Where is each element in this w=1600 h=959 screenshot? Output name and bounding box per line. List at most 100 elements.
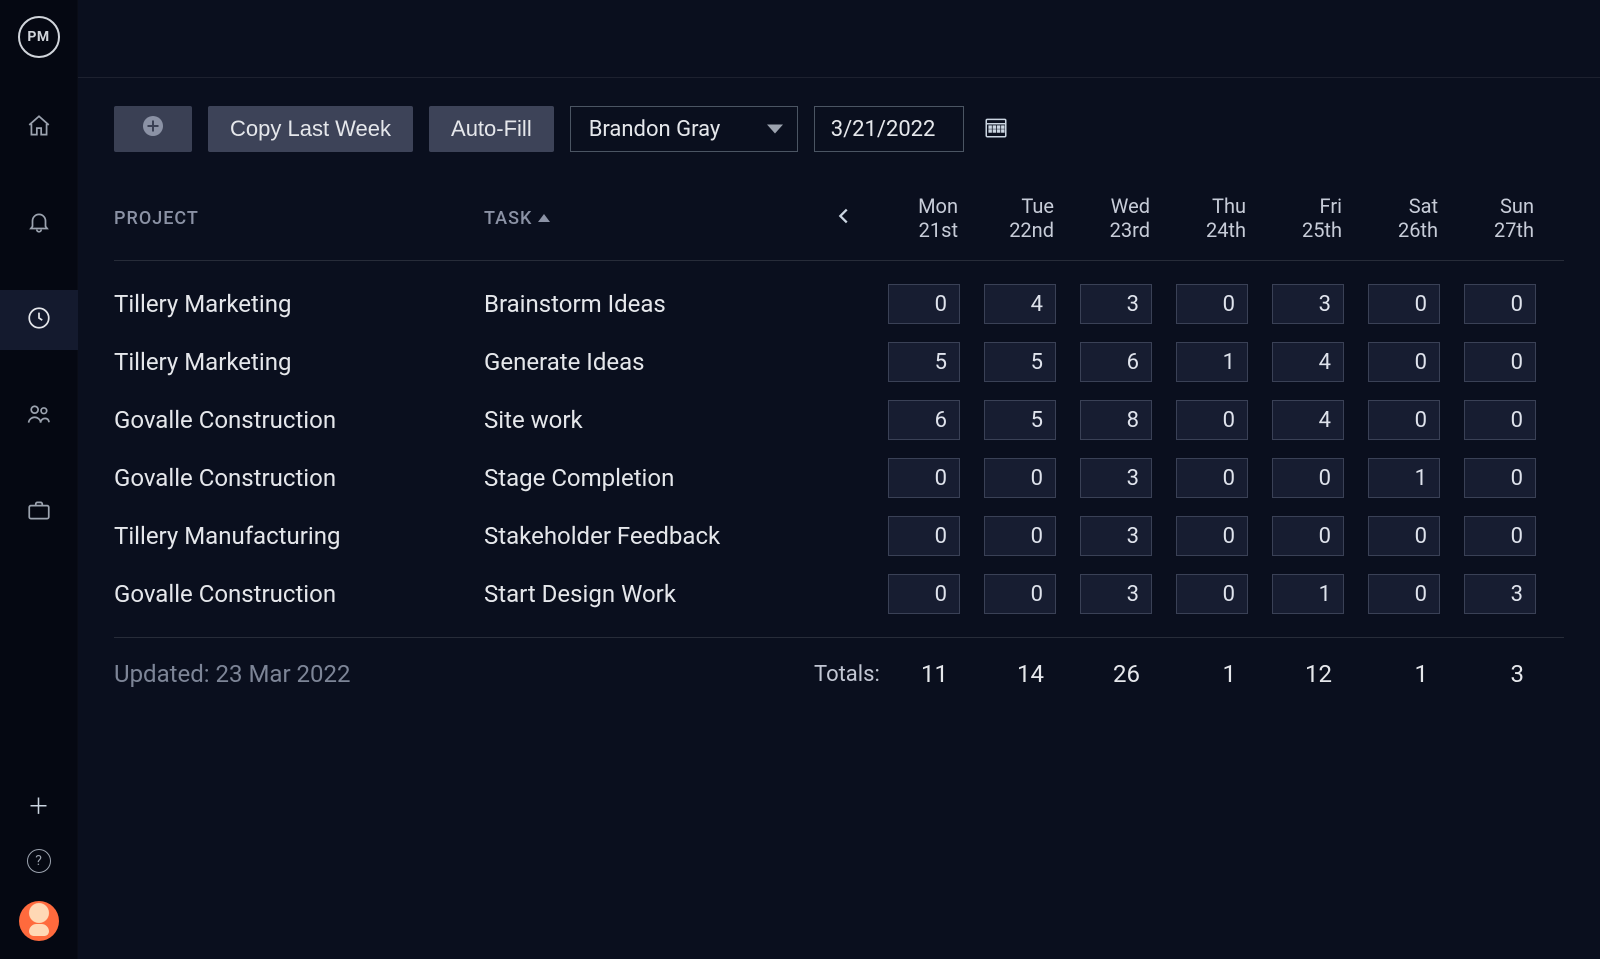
table-row: Tillery ManufacturingStakeholder Feedbac… xyxy=(114,507,1564,565)
hour-input[interactable]: 0 xyxy=(1176,458,1248,498)
hour-input[interactable]: 0 xyxy=(1464,458,1536,498)
hour-input[interactable]: 3 xyxy=(1080,574,1152,614)
column-header-task-label: TASK xyxy=(484,208,532,229)
hour-input[interactable]: 0 xyxy=(888,458,960,498)
total-value: 14 xyxy=(970,660,1066,688)
day-header-date: 21st xyxy=(874,218,958,242)
user-avatar[interactable] xyxy=(19,901,59,941)
hour-input[interactable]: 1 xyxy=(1272,574,1344,614)
day-header-dow: Mon xyxy=(874,194,958,218)
hour-input[interactable]: 0 xyxy=(1464,516,1536,556)
sidebar-item-home[interactable] xyxy=(0,98,78,158)
hour-input[interactable]: 1 xyxy=(1368,458,1440,498)
hour-input[interactable]: 0 xyxy=(984,458,1056,498)
calendar-button[interactable] xyxy=(980,113,1012,145)
hour-input[interactable]: 6 xyxy=(1080,342,1152,382)
topbar xyxy=(78,0,1600,78)
task-cell: Stage Completion xyxy=(484,464,814,492)
task-cell: Stakeholder Feedback xyxy=(484,522,814,550)
sidebar-item-notifications[interactable] xyxy=(0,194,78,254)
project-cell: Tillery Marketing xyxy=(114,290,484,318)
day-header: Wed23rd xyxy=(1066,194,1162,242)
add-button[interactable]: ＋ xyxy=(27,789,49,821)
auto-fill-button[interactable]: Auto-Fill xyxy=(429,106,554,152)
project-cell: Tillery Manufacturing xyxy=(114,522,484,550)
content: Copy Last Week Auto-Fill Brandon Gray 3/… xyxy=(78,78,1600,688)
add-entry-button[interactable] xyxy=(114,106,192,152)
briefcase-icon xyxy=(26,497,52,527)
hour-input[interactable]: 4 xyxy=(1272,342,1344,382)
task-cell: Site work xyxy=(484,406,814,434)
hour-input[interactable]: 0 xyxy=(1368,400,1440,440)
hour-input[interactable]: 0 xyxy=(1272,458,1344,498)
hour-input[interactable]: 5 xyxy=(888,342,960,382)
column-header-project[interactable]: PROJECT xyxy=(114,208,484,229)
home-icon xyxy=(26,113,52,143)
hour-input[interactable]: 0 xyxy=(984,574,1056,614)
day-header-date: 23rd xyxy=(1066,218,1150,242)
project-cell: Govalle Construction xyxy=(114,464,484,492)
hour-input[interactable]: 0 xyxy=(888,284,960,324)
hour-input[interactable]: 0 xyxy=(1176,400,1248,440)
user-select[interactable]: Brandon Gray xyxy=(570,106,798,152)
day-header-date: 26th xyxy=(1354,218,1438,242)
prev-week-button[interactable] xyxy=(814,205,874,232)
hour-input[interactable]: 0 xyxy=(1464,342,1536,382)
hour-input[interactable]: 0 xyxy=(1368,284,1440,324)
hour-input[interactable]: 8 xyxy=(1080,400,1152,440)
totals-row: Updated: 23 Mar 2022 Totals: 11142611213 xyxy=(114,638,1564,688)
app-logo: PM xyxy=(18,16,60,58)
hour-input[interactable]: 0 xyxy=(888,516,960,556)
people-icon xyxy=(26,401,52,431)
hour-input[interactable]: 3 xyxy=(1464,574,1536,614)
hour-input[interactable]: 0 xyxy=(1176,516,1248,556)
hour-input[interactable]: 3 xyxy=(1080,458,1152,498)
day-header-date: 25th xyxy=(1258,218,1342,242)
toolbar: Copy Last Week Auto-Fill Brandon Gray 3/… xyxy=(114,106,1564,152)
hour-input[interactable]: 6 xyxy=(888,400,960,440)
hour-input[interactable]: 5 xyxy=(984,400,1056,440)
hour-input[interactable]: 5 xyxy=(984,342,1056,382)
chevron-left-icon xyxy=(833,205,855,232)
user-select-value: Brandon Gray xyxy=(589,117,721,142)
day-header-dow: Fri xyxy=(1258,194,1342,218)
date-value: 3/21/2022 xyxy=(831,117,936,142)
sidebar-item-team[interactable] xyxy=(0,386,78,446)
hour-input[interactable]: 0 xyxy=(1368,574,1440,614)
task-cell: Generate Ideas xyxy=(484,348,814,376)
week-date-input[interactable]: 3/21/2022 xyxy=(814,106,964,152)
hour-input[interactable]: 0 xyxy=(1464,284,1536,324)
task-cell: Start Design Work xyxy=(484,580,814,608)
hour-input[interactable]: 4 xyxy=(1272,400,1344,440)
hour-input[interactable]: 0 xyxy=(1464,400,1536,440)
hour-input[interactable]: 0 xyxy=(888,574,960,614)
day-header: Tue22nd xyxy=(970,194,1066,242)
hour-input[interactable]: 3 xyxy=(1080,284,1152,324)
total-value: 12 xyxy=(1258,660,1354,688)
plus-icon: ＋ xyxy=(27,795,49,820)
project-cell: Govalle Construction xyxy=(114,580,484,608)
column-header-task[interactable]: TASK xyxy=(484,208,814,229)
hour-input[interactable]: 0 xyxy=(984,516,1056,556)
table-row: Tillery MarketingGenerate Ideas5561400 xyxy=(114,333,1564,391)
chevron-down-icon xyxy=(767,125,783,134)
hour-input[interactable]: 0 xyxy=(1176,574,1248,614)
bell-icon xyxy=(26,209,52,239)
help-button[interactable]: ? xyxy=(27,849,51,873)
total-value: 1 xyxy=(1354,660,1450,688)
day-header: Fri25th xyxy=(1258,194,1354,242)
day-header: Mon21st xyxy=(874,194,970,242)
hour-input[interactable]: 1 xyxy=(1176,342,1248,382)
hour-input[interactable]: 0 xyxy=(1368,342,1440,382)
sidebar-item-work[interactable] xyxy=(0,482,78,542)
clock-icon xyxy=(26,305,52,335)
hour-input[interactable]: 0 xyxy=(1368,516,1440,556)
hour-input[interactable]: 3 xyxy=(1080,516,1152,556)
copy-last-week-button[interactable]: Copy Last Week xyxy=(208,106,413,152)
hour-input[interactable]: 4 xyxy=(984,284,1056,324)
hour-input[interactable]: 0 xyxy=(1272,516,1344,556)
hour-input[interactable]: 0 xyxy=(1176,284,1248,324)
sidebar-item-time[interactable] xyxy=(0,290,78,350)
hour-input[interactable]: 3 xyxy=(1272,284,1344,324)
day-header: Sun27th xyxy=(1450,194,1546,242)
